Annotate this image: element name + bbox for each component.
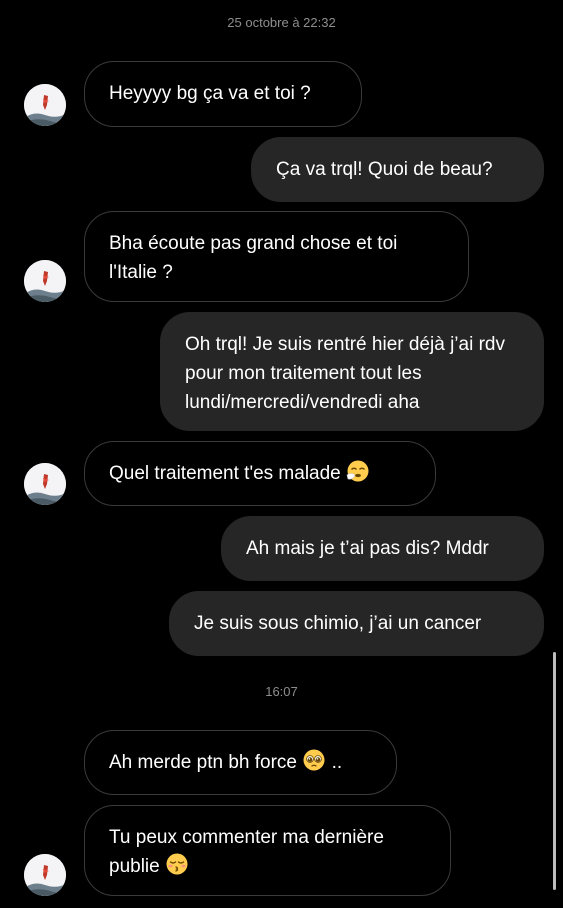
- message-text: Quel traitement t'es malade: [109, 463, 341, 484]
- message-text: Heyyyy bg ça va et toi ?: [109, 83, 311, 104]
- contact-avatar[interactable]: [24, 463, 66, 505]
- kissing-face-emoji: [165, 852, 189, 885]
- message-text: Ça va trql! Quoi de beau?: [276, 159, 493, 180]
- time-separator-timestamp: 16:07: [265, 684, 298, 699]
- outgoing-message-bubble[interactable]: Oh trql! Je suis rentré hier déjà j’ai r…: [160, 312, 544, 431]
- message-text: Bha écoute pas grand chose et toi l'Ital…: [109, 233, 398, 283]
- profile-photo-icon: [24, 260, 66, 302]
- conversation-date-timestamp: 25 octobre à 22:32: [227, 15, 336, 30]
- profile-photo-icon: [24, 854, 66, 896]
- outgoing-message-bubble[interactable]: Ah mais je t’ai pas dis? Mddr: [221, 516, 544, 581]
- message-text: Je suis sous chimio, j’ai un cancer: [194, 613, 482, 634]
- vertical-scrollbar[interactable]: [553, 652, 556, 890]
- contact-avatar[interactable]: [24, 260, 66, 302]
- incoming-message-bubble[interactable]: Bha écoute pas grand chose et toi l'Ital…: [84, 211, 469, 302]
- message-text: Tu peux commenter ma dernière publie: [109, 827, 384, 877]
- message-text: Ah merde ptn bh force: [109, 752, 297, 773]
- pleading-face-emoji: [302, 748, 326, 781]
- profile-photo-icon: [24, 463, 66, 505]
- contact-avatar[interactable]: [24, 84, 66, 126]
- contact-avatar[interactable]: [24, 854, 66, 896]
- message-text: Oh trql! Je suis rentré hier déjà j’ai r…: [185, 334, 505, 413]
- message-text-suffix: ..: [331, 752, 343, 773]
- incoming-message-bubble[interactable]: Ah merde ptn bh force ..: [84, 730, 397, 795]
- sneezing-face-emoji: [346, 459, 370, 492]
- outgoing-message-bubble[interactable]: Je suis sous chimio, j’ai un cancer: [169, 591, 544, 656]
- profile-photo-icon: [24, 84, 66, 126]
- outgoing-message-bubble[interactable]: Ça va trql! Quoi de beau?: [251, 137, 544, 202]
- message-text: Ah mais je t’ai pas dis? Mddr: [246, 538, 489, 559]
- incoming-message-bubble[interactable]: Tu peux commenter ma dernière publie: [84, 805, 451, 896]
- incoming-message-bubble[interactable]: Heyyyy bg ça va et toi ?: [84, 61, 362, 127]
- incoming-message-bubble[interactable]: Quel traitement t'es malade: [84, 441, 436, 506]
